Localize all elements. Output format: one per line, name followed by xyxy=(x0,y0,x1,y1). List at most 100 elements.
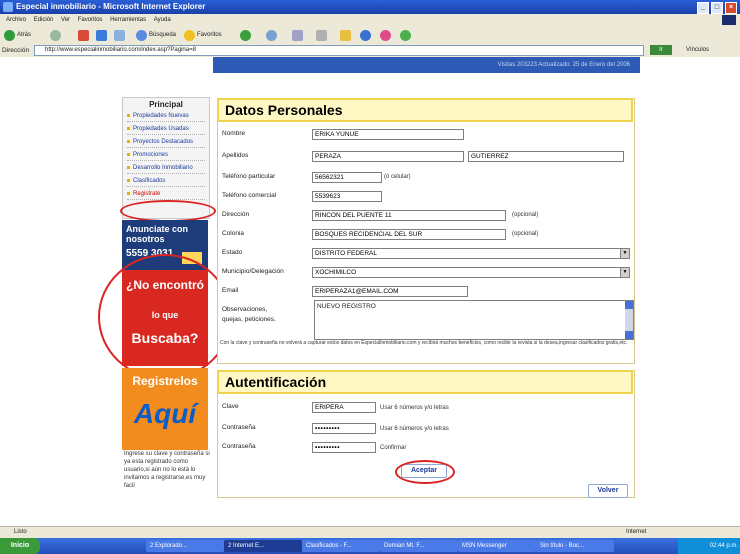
window-title-bar: Especial inmobiliario - Microsoft Intern… xyxy=(0,0,740,14)
home-icon xyxy=(114,29,125,41)
key-field[interactable]: ERIPERA xyxy=(312,402,376,413)
mail-button[interactable] xyxy=(292,29,303,41)
chevron-down-icon[interactable]: ▼ xyxy=(620,249,629,258)
colony-label: Colonia xyxy=(222,230,245,237)
menu-tools[interactable]: Herramientas xyxy=(110,17,146,23)
close-icon[interactable]: × xyxy=(725,2,737,14)
key-label: Clave xyxy=(222,403,239,410)
confirm-password-hint: Confirmar xyxy=(380,445,407,451)
work-phone-field[interactable]: 5539623 xyxy=(312,191,382,202)
minimize-icon[interactable]: _ xyxy=(697,2,709,14)
back-link-button[interactable]: Volver xyxy=(588,484,628,498)
history-button[interactable] xyxy=(266,29,277,41)
surname1-field[interactable]: PERAZA xyxy=(312,151,464,162)
not-found-highlight-ring xyxy=(98,254,232,380)
colony-field[interactable]: BOSQUES RECIDENCIAL DEL SUR xyxy=(312,229,506,240)
nav-featured-projects[interactable]: Proyectos Destacados xyxy=(127,137,205,148)
chevron-down-icon[interactable]: ▼ xyxy=(620,268,629,277)
task-window[interactable]: Demian Mt. F... xyxy=(380,540,458,552)
refresh-button[interactable] xyxy=(96,29,107,41)
forward-button[interactable] xyxy=(50,29,61,41)
auth-header: Autentificación xyxy=(217,370,633,394)
main-nav-heading: Principal xyxy=(149,100,183,109)
task-explorer[interactable]: 2 Explorado... xyxy=(146,540,224,552)
stop-button[interactable] xyxy=(78,29,89,41)
history-icon xyxy=(266,29,277,41)
back-button[interactable]: Atrás xyxy=(4,29,31,41)
address-bar: Dirección http://www.especialinmobiliari… xyxy=(0,44,740,58)
password-label: Contraseña xyxy=(222,424,256,431)
scroll-down-icon[interactable] xyxy=(625,331,633,339)
menu-edit[interactable]: Edición xyxy=(34,17,54,23)
window-title: Especial inmobiliario - Microsoft Intern… xyxy=(16,2,206,11)
state-select[interactable]: DISTRITO FEDERAL ▼ xyxy=(312,248,630,259)
register-here-banner[interactable]: Registrelos Aquí xyxy=(122,368,208,450)
links-label[interactable]: Vínculos xyxy=(686,47,709,53)
windows-flag-icon xyxy=(722,15,736,25)
password-hint: Usar 6 números y/o letras xyxy=(380,426,449,432)
municipality-select[interactable]: XOCHIMILCO ▼ xyxy=(312,267,630,278)
scroll-up-icon[interactable] xyxy=(625,301,633,309)
messenger-button[interactable] xyxy=(360,29,371,41)
menu-view[interactable]: Ver xyxy=(61,17,70,23)
email-label: Email xyxy=(222,287,239,294)
messenger-icon xyxy=(360,29,371,41)
task-internet-explorer[interactable]: 2 Internet E... xyxy=(224,540,302,552)
star-icon xyxy=(184,29,195,41)
nav-real-estate-development[interactable]: Desarrollo Inmobiliario xyxy=(127,163,205,174)
home-phone-label: Teléfono particular xyxy=(222,173,276,180)
personal-data-title: Datos Personales xyxy=(225,102,343,118)
nav-new-properties[interactable]: Propiedades Nuevas xyxy=(127,111,205,122)
observations-textarea[interactable]: NUEVO REGISTRO xyxy=(314,300,634,340)
password-field[interactable]: ••••••••• xyxy=(312,423,376,434)
task-classifieds[interactable]: Clasificados - F... xyxy=(302,540,380,552)
home-phone-hint: (ó celular) xyxy=(384,174,411,180)
home-button[interactable] xyxy=(114,29,125,41)
media-button[interactable] xyxy=(240,29,251,41)
textarea-scrollbar[interactable] xyxy=(625,301,633,339)
sidebar-help-text: Ingrese su clave y contraseña si ya esta… xyxy=(124,451,210,489)
address-field[interactable]: RINCON DEL PUENTE 11 xyxy=(312,210,506,221)
status-text: Listo xyxy=(14,529,27,535)
people-button[interactable] xyxy=(400,29,411,41)
task-notepad[interactable]: Sin título - Boc... xyxy=(536,540,614,552)
register-banner-title: Registrelos xyxy=(132,374,198,388)
nav-promotions[interactable]: Promociones xyxy=(127,150,205,161)
nav-used-properties[interactable]: Propiedades Usadas xyxy=(127,124,205,135)
maximize-icon[interactable]: □ xyxy=(711,2,723,14)
folder-icon xyxy=(340,29,351,41)
task-msn[interactable]: MSN Messenger xyxy=(458,540,536,552)
menu-file[interactable]: Archivo xyxy=(6,17,26,23)
taskbar: Inicio 2 Explorado... 2 Internet E... Cl… xyxy=(0,538,740,554)
nav-register[interactable]: Registrate xyxy=(127,189,205,200)
home-phone-field[interactable]: 56562321 xyxy=(312,172,382,183)
folder-button[interactable] xyxy=(340,29,351,41)
address-optional-hint: (opcional) xyxy=(512,212,539,218)
state-label: Estado xyxy=(222,249,243,256)
confirm-password-label: Contraseña xyxy=(222,443,256,450)
favorites-button[interactable]: Favoritos xyxy=(184,29,222,41)
address-input[interactable]: http://www.especialinmobiliario.com/inde… xyxy=(34,45,644,56)
surname2-field[interactable]: GUTIERREZ xyxy=(468,151,624,162)
butterfly-button[interactable] xyxy=(380,29,391,41)
nav-classifieds[interactable]: Clasificados xyxy=(127,176,205,187)
email-field[interactable]: ERIPERAZA1@EMAIL.COM xyxy=(312,286,468,297)
key-hint: Usar 6 números y/o letras xyxy=(380,405,449,411)
go-button[interactable]: Ir xyxy=(650,45,672,55)
accept-highlight-ring xyxy=(395,460,455,484)
butterfly-icon xyxy=(380,29,391,41)
address-label: Dirección xyxy=(2,47,30,54)
confirm-password-field[interactable]: ••••••••• xyxy=(312,442,376,453)
personal-data-header: Datos Personales xyxy=(217,98,633,122)
media-icon xyxy=(240,29,251,41)
menu-bar: Archivo Edición Ver Favoritos Herramient… xyxy=(0,14,740,26)
search-button[interactable]: Búsqueda xyxy=(136,29,176,41)
back-arrow-icon xyxy=(4,29,15,41)
name-field[interactable]: ERIKA YUNUE xyxy=(312,129,464,140)
menu-help[interactable]: Ayuda xyxy=(154,17,171,23)
start-button[interactable]: Inicio xyxy=(0,538,40,554)
auth-title: Autentificación xyxy=(225,374,327,390)
print-button[interactable] xyxy=(316,29,327,41)
security-zone: Internet xyxy=(626,529,647,535)
menu-favorites[interactable]: Favoritos xyxy=(78,17,103,23)
